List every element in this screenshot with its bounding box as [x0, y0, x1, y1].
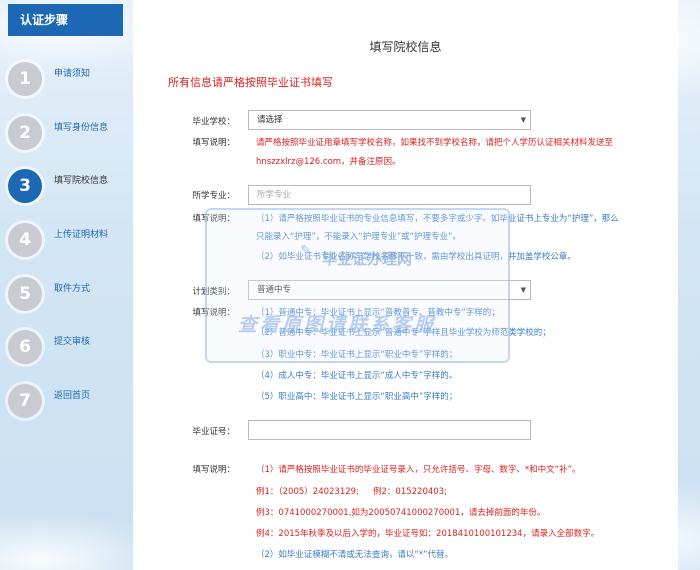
page-title: 填写院校信息	[369, 40, 442, 54]
school-help-label: 填写说明：	[192, 138, 235, 148]
step-2[interactable]: 2 填写身份信息	[0, 106, 133, 158]
step-3[interactable]: 3 填写院校信息	[0, 159, 133, 211]
plan-help-5: （5）职业高中：毕业证书上显示“职业高中”字样的；	[256, 392, 458, 402]
step-6[interactable]: 6 提交审核	[0, 320, 133, 372]
step-label[interactable]: 返回首页	[54, 388, 90, 401]
sidebar-header: 认证步骤	[8, 4, 123, 36]
sidebar: 认证步骤 1 申请须知 2 填写身份信息 3 填写院校信息 4 上传证明材料 5…	[0, 0, 133, 570]
major-label: 所学专业：	[192, 191, 235, 201]
step-label[interactable]: 提交审核	[54, 334, 90, 347]
cert-help-2: （2）如毕业证模糊不清或无法查询，请以“*”代替。	[256, 550, 453, 560]
step-7[interactable]: 7 返回首页	[0, 374, 133, 426]
notice-text: 所有信息请严格按照毕业证书填写	[168, 76, 333, 89]
school-select-value: 请选择	[257, 115, 283, 125]
cert-help-1: （1）请严格按照毕业证书的毕业证号录入，只允许括号、字母、数字、*和中文“补”。	[256, 465, 581, 475]
step-label[interactable]: 上传证明材料	[54, 227, 108, 240]
cert-label: 毕业证号：	[192, 427, 235, 437]
pencil-icon: ✎	[300, 243, 312, 259]
step-number: 3	[8, 169, 42, 203]
step-label[interactable]: 取件方式	[54, 281, 90, 294]
chevron-down-icon: ▼	[520, 286, 526, 294]
step-4[interactable]: 4 上传证明材料	[0, 213, 133, 265]
cert-example-2: 例2：015220403;	[373, 487, 447, 497]
step-label[interactable]: 申请须知	[54, 66, 90, 79]
step-number: 2	[8, 116, 42, 150]
cert-example-3: 例3：0741000270001,如为20050741000270001，请去掉…	[256, 508, 546, 518]
step-number: 5	[8, 277, 42, 311]
step-number: 1	[8, 62, 42, 96]
major-input[interactable]: 所学专业	[248, 185, 531, 205]
step-number: 7	[8, 384, 42, 418]
cert-example-1: 例1：（2005）24023129;	[256, 487, 359, 497]
step-number: 6	[8, 330, 42, 364]
school-help-line2: hnszzxlrz@126.com，并备注原因。	[256, 157, 401, 167]
step-label[interactable]: 填写院校信息	[54, 173, 108, 186]
cert-example-4: 例4：2015年秋季及以后入学的，毕业证号如：2018410100101234，…	[256, 529, 600, 539]
cert-input[interactable]	[248, 420, 531, 440]
cert-help-label: 填写说明：	[192, 465, 235, 475]
watermark-box	[205, 208, 510, 363]
step-number: 4	[8, 223, 42, 257]
school-help-line1: 请严格按照毕业证用章填写学校名称，如果找不到学校名称，请把个人学历认证相关材料发…	[256, 138, 614, 148]
chevron-down-icon: ▼	[520, 116, 526, 124]
step-label[interactable]: 填写身份信息	[54, 120, 108, 133]
watermark-site: 毕业证办理网	[322, 250, 413, 268]
watermark-contact: 查看原图请联系客服	[238, 314, 437, 336]
step-5[interactable]: 5 取件方式	[0, 267, 133, 319]
school-select[interactable]: 请选择 ▼	[248, 110, 531, 130]
plan-help-4: （4）成人中专：毕业证书上显示“成人中专”字样的。	[256, 371, 458, 381]
step-1[interactable]: 1 申请须知	[0, 52, 133, 104]
school-label: 毕业学校：	[192, 117, 235, 127]
